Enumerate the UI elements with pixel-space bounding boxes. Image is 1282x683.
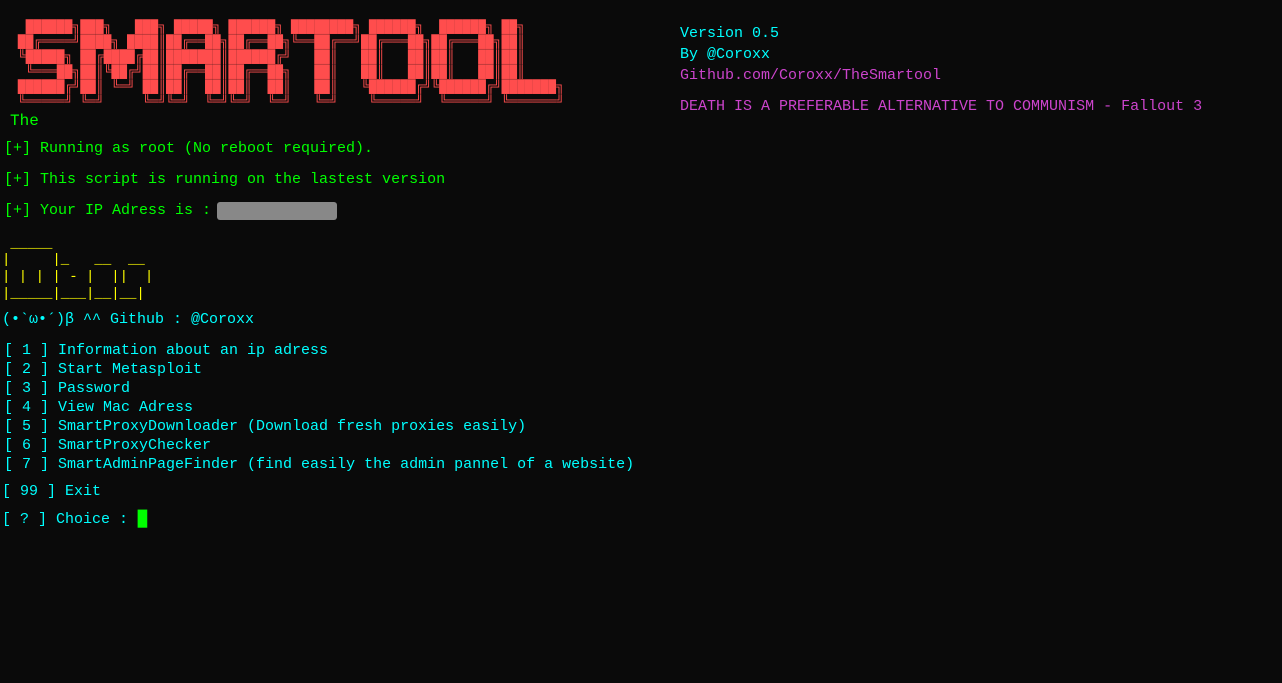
menu-bracket-5: [ 5 ] bbox=[4, 418, 58, 435]
ip-label: [+] Your IP Adress is : bbox=[4, 202, 211, 219]
menu-bracket-2: [ 2 ] bbox=[4, 361, 58, 378]
menu-label-2: Start Metasploit bbox=[58, 361, 202, 378]
menu-bracket-6: [ 6 ] bbox=[4, 437, 58, 454]
menu-item-4: [ 4 ] View Mac Adress bbox=[2, 399, 1282, 416]
exit-label: Exit bbox=[65, 483, 101, 500]
menu-label-6: SmartProxyChecker bbox=[58, 437, 211, 454]
terminal: ██████╗███╗ ███╗ █████╗ ██████╗ ████████… bbox=[0, 0, 1282, 683]
choice-prompt: [ ? ] Choice : bbox=[2, 511, 128, 528]
menu-bracket-1: [ 1 ] bbox=[4, 342, 58, 359]
choice-section: [ ? ] Choice : █ bbox=[0, 510, 1282, 528]
menu-section: [ 1 ] Information about an ip adress [ 2… bbox=[0, 342, 1282, 473]
the-label: The bbox=[10, 112, 670, 130]
status-section: [+] Running as root (No reboot required)… bbox=[0, 130, 1282, 220]
root-status: [+] Running as root (No reboot required)… bbox=[2, 140, 1282, 157]
menu-item-5: [ 5 ] SmartProxyDownloader (Download fre… bbox=[2, 418, 1282, 435]
menu-bracket-4: [ 4 ] bbox=[4, 399, 58, 416]
menu-bracket-7: [ 7 ] bbox=[4, 456, 58, 473]
ip-line: [+] Your IP Adress is : bbox=[2, 202, 1282, 220]
github-text: Github.com/Coroxx/TheSmartool bbox=[680, 67, 1202, 84]
menu-item-3: [ 3 ] Password bbox=[2, 380, 1282, 397]
github-handle: (•`ω•´)β ^^ Github : @Coroxx bbox=[0, 311, 1282, 328]
ascii-face: (•`ω•´)β ^^ Github : @Coroxx bbox=[2, 311, 254, 328]
logo-ascii: ██████╗███╗ ███╗ █████╗ ██████╗ ████████… bbox=[10, 20, 670, 110]
quote-text: DEATH IS A PREFERABLE ALTERNATIVE TO COM… bbox=[680, 98, 1202, 115]
menu-item-7: [ 7 ] SmartAdminPageFinder (find easily … bbox=[2, 456, 1282, 473]
ascii-menu-art: _____ | |_ __ __ | | | | - | || | |_____… bbox=[2, 236, 1282, 303]
menu-item-6: [ 6 ] SmartProxyChecker bbox=[2, 437, 1282, 454]
menu-label-3: Password bbox=[58, 380, 130, 397]
menu-label-4: View Mac Adress bbox=[58, 399, 193, 416]
menu-bracket-3: [ 3 ] bbox=[4, 380, 58, 397]
menu-label-7: SmartAdminPageFinder (find easily the ad… bbox=[58, 456, 634, 473]
menu-label-1: Information about an ip adress bbox=[58, 342, 328, 359]
ascii-art-section: _____ | |_ __ __ | | | | - | || | |_____… bbox=[0, 236, 1282, 303]
menu-label-5: SmartProxyDownloader (Download fresh pro… bbox=[58, 418, 526, 435]
menu-item-2: [ 2 ] Start Metasploit bbox=[2, 361, 1282, 378]
cursor: █ bbox=[128, 510, 147, 528]
ip-redacted bbox=[217, 202, 337, 220]
header-section: ██████╗███╗ ███╗ █████╗ ██████╗ ████████… bbox=[0, 10, 1282, 130]
version-text: Version 0.5 bbox=[680, 25, 1202, 42]
menu-exit: [ 99 ] Exit bbox=[0, 483, 1282, 500]
exit-bracket: [ 99 ] bbox=[2, 483, 65, 500]
logo-container: ██████╗███╗ ███╗ █████╗ ██████╗ ████████… bbox=[10, 20, 670, 130]
header-info: Version 0.5 By @Coroxx Github.com/Coroxx… bbox=[670, 20, 1202, 115]
author-text: By @Coroxx bbox=[680, 46, 1202, 63]
version-status: [+] This script is running on the lastes… bbox=[2, 171, 1282, 188]
menu-item-1: [ 1 ] Information about an ip adress bbox=[2, 342, 1282, 359]
